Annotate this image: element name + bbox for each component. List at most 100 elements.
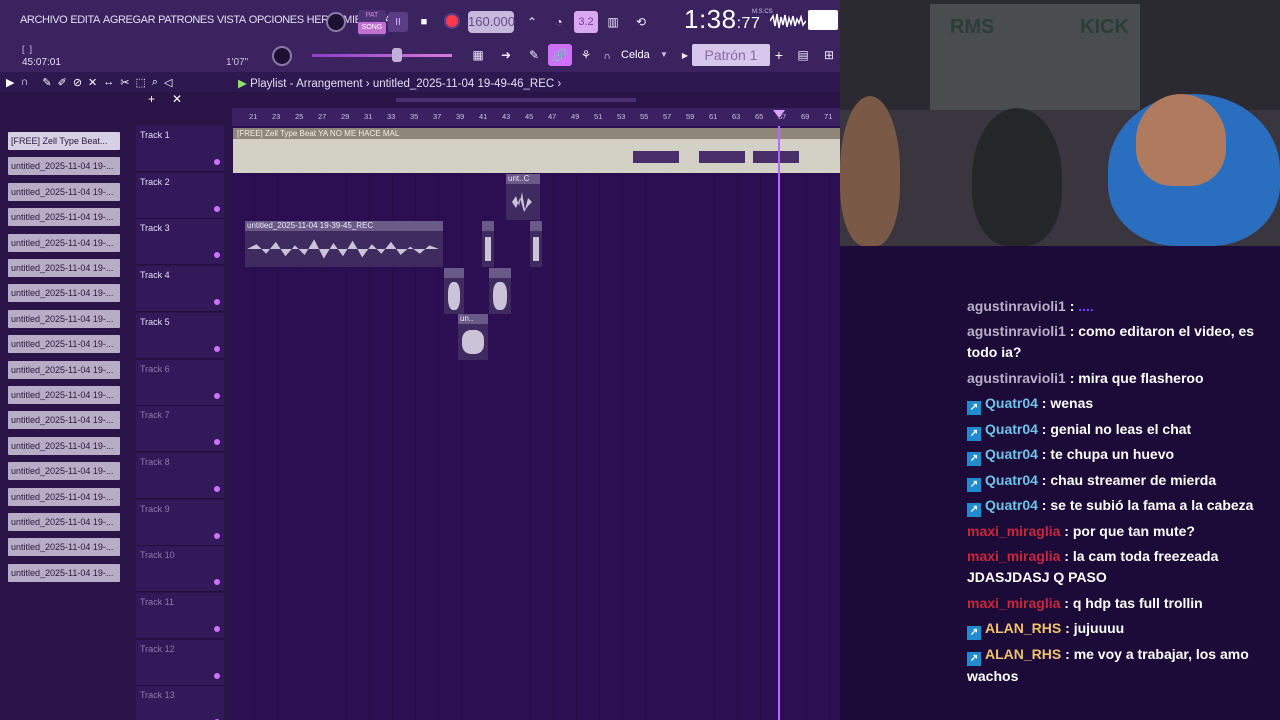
chat-username[interactable]: maxi_miraglia — [967, 523, 1060, 539]
picker-item[interactable]: untitled_2025-11-04 19-... — [8, 182, 120, 201]
clip-track4-b[interactable] — [489, 268, 511, 278]
picker-item[interactable]: untitled_2025-11-04 19-... — [8, 208, 120, 227]
pencil-tool-icon[interactable]: ✎ — [42, 76, 51, 89]
picker-item[interactable]: untitled_2025-11-04 19-... — [8, 563, 120, 582]
chat-username[interactable]: Quatr04 — [985, 472, 1038, 488]
track-select-dot[interactable] — [214, 159, 220, 165]
clip-track2-header[interactable]: unt..C — [506, 174, 540, 184]
arrow-icon[interactable]: ➜ — [494, 44, 518, 66]
chat-username[interactable]: ALAN_RHS — [985, 620, 1061, 636]
stamp-icon[interactable]: ⚘ — [574, 44, 598, 66]
track-select-dot[interactable] — [214, 392, 220, 399]
chat-username[interactable]: agustinravioli1 — [967, 370, 1066, 386]
master-volume-knob[interactable] — [326, 12, 346, 32]
track-header[interactable]: Track 7 — [136, 406, 224, 453]
magnet-icon[interactable]: ∩ — [600, 48, 614, 64]
horizontal-scrollbar[interactable] — [396, 98, 636, 102]
menu-vista[interactable]: VISTA — [217, 14, 246, 26]
chat-username[interactable]: Quatr04 — [985, 421, 1038, 437]
mixer-icon[interactable]: ▤ — [792, 44, 814, 66]
chat-username[interactable]: maxi_miraglia — [967, 595, 1060, 611]
clip-small-b[interactable] — [530, 221, 542, 231]
slip-tool-icon[interactable]: ↔ — [103, 76, 114, 88]
clip-track4-a[interactable] — [444, 268, 464, 278]
picker-item[interactable]: untitled_2025-11-04 19-... — [8, 259, 120, 277]
pencil-icon[interactable]: ✎ — [522, 44, 546, 66]
track-select-dot[interactable] — [214, 345, 220, 352]
pattern-prev-icon[interactable]: ▶ — [680, 46, 690, 64]
slider-thumb[interactable] — [392, 48, 402, 62]
chat-username[interactable]: agustinravioli1 — [967, 298, 1066, 314]
menu-agregar[interactable]: AGREGAR — [103, 14, 156, 26]
speaker-icon[interactable]: ◁ — [164, 76, 172, 89]
track-select-dot[interactable] — [214, 299, 220, 306]
track-header[interactable]: Track 13 — [136, 686, 224, 720]
clip-small-a-body[interactable] — [482, 231, 494, 267]
track-select-dot[interactable] — [214, 626, 220, 632]
track-header[interactable]: Track 4 — [136, 266, 224, 313]
clip-track3-header[interactable]: untitled_2025-11-04 19-39-45_REC — [245, 221, 443, 231]
zoom-tool-icon[interactable]: ⌕ — [152, 76, 158, 89]
picker-item[interactable]: untitled_2025-11-04 19-... — [8, 462, 120, 481]
channel-rack-icon[interactable]: ⊞ — [818, 44, 840, 66]
menu-patrones[interactable]: PATRONES — [158, 14, 214, 26]
clip-track4-b-body[interactable] — [489, 278, 511, 314]
delete-tool-icon[interactable]: ⊘ — [73, 76, 82, 89]
link-icon[interactable]: 🔗 — [548, 44, 572, 66]
chat-username[interactable]: ALAN_RHS — [985, 646, 1061, 662]
track-header[interactable]: Track 11 — [136, 593, 224, 639]
clip-track5-header[interactable]: un.. — [458, 314, 488, 324]
loop-record-icon[interactable]: ⟲ — [630, 12, 652, 32]
timeline-ruler[interactable]: 21 23 25 27 29 31 33 35 37 39 41 43 45 47 49 51 53 55 57 59… — [232, 108, 840, 126]
magnet-icon[interactable]: ∩ — [20, 76, 28, 88]
playhead-line[interactable] — [778, 126, 780, 720]
time-display[interactable]: 1:38:77 — [684, 4, 760, 35]
track-select-dot[interactable] — [214, 252, 220, 259]
paint-tool-icon[interactable]: ✐ — [58, 76, 67, 89]
picker-item[interactable]: untitled_2025-11-04 19-... — [8, 309, 120, 328]
track-select-dot[interactable] — [214, 439, 220, 446]
chat-username[interactable]: Quatr04 — [985, 497, 1038, 513]
picker-item[interactable]: untitled_2025-11-04 19-... — [8, 386, 120, 404]
master-pitch-slider[interactable] — [312, 54, 452, 57]
metronome-icon[interactable]: ⌃ — [522, 12, 542, 32]
picker-item[interactable]: [FREE] Zell Type Beat... — [8, 132, 120, 150]
picker-item[interactable]: untitled_2025-11-04 19-... — [8, 538, 120, 557]
select-tool-icon[interactable]: ⬚ — [135, 76, 145, 89]
picker-item[interactable]: untitled_2025-11-04 19-... — [8, 411, 120, 430]
track-header[interactable]: Track 5 — [136, 312, 224, 359]
picker-item[interactable]: untitled_2025-11-04 19-... — [8, 233, 120, 252]
wait-input-icon[interactable]: ◔ — [548, 12, 570, 32]
chat-username[interactable]: maxi_miraglia — [967, 548, 1060, 564]
countdown-icon[interactable]: 3.2 — [574, 11, 598, 33]
track-header[interactable]: Track 1 — [136, 126, 224, 172]
clip-small-a[interactable] — [482, 221, 494, 231]
play-pause-button[interactable]: II — [388, 12, 408, 32]
pattern-selector[interactable]: Patrón 1 — [692, 44, 770, 66]
clip-track5-body[interactable] — [458, 324, 488, 360]
track-header[interactable]: Track 12 — [136, 639, 224, 686]
menu-edita[interactable]: EDITA — [70, 14, 100, 26]
add-track-icon[interactable]: + — [148, 92, 155, 106]
clip-track2-body[interactable] — [506, 184, 540, 220]
track-header[interactable]: Track 2 — [136, 172, 224, 219]
chat-username[interactable]: Quatr04 — [985, 395, 1038, 411]
close-icon[interactable]: ✕ — [172, 92, 182, 106]
song-position-marker[interactable] — [773, 110, 785, 118]
picker-item[interactable]: untitled_2025-11-04 19-... — [8, 157, 120, 176]
piano-roll-icon[interactable]: ▦ — [466, 44, 490, 66]
picker-item[interactable]: untitled_2025-11-04 19-... — [8, 513, 120, 531]
clip-beat-waveform[interactable] — [233, 139, 840, 173]
pat-song-toggle[interactable]: PAT SONG — [358, 10, 386, 36]
track-select-dot[interactable] — [214, 532, 220, 539]
add-pattern-button[interactable]: + — [772, 44, 786, 66]
picker-item[interactable]: untitled_2025-11-04 19-... — [8, 487, 120, 506]
chat-username[interactable]: Quatr04 — [985, 446, 1038, 462]
track-header[interactable]: Track 8 — [136, 452, 224, 499]
picker-item[interactable]: untitled_2025-11-04 19-... — [8, 360, 120, 379]
slice-tool-icon[interactable]: ✂ — [120, 76, 129, 89]
menu-archivo[interactable]: ARCHIVO — [20, 14, 68, 26]
record-button[interactable] — [444, 13, 460, 29]
picker-item[interactable]: untitled_2025-11-04 19-... — [8, 436, 120, 455]
track-header[interactable]: Track 6 — [136, 359, 224, 406]
